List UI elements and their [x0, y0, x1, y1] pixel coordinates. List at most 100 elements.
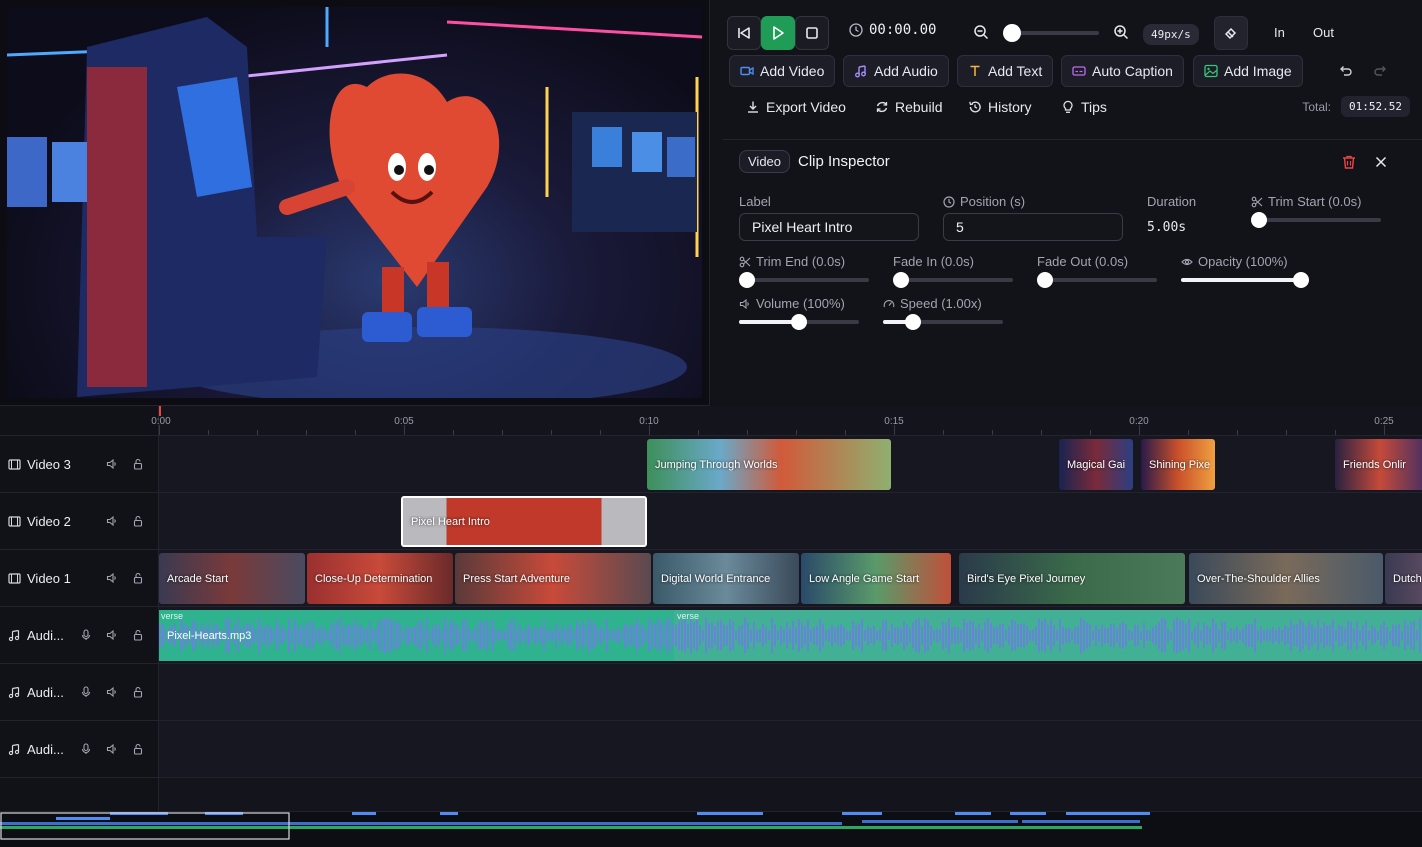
video-clip[interactable]: Arcade Start: [159, 553, 305, 604]
track-header[interactable]: Video 2: [0, 493, 158, 550]
speaker-icon[interactable]: [106, 743, 118, 755]
lane-video-2[interactable]: Pixel Heart Intro: [159, 493, 1422, 550]
waveform-bar: [357, 625, 359, 646]
speed-slider[interactable]: [883, 314, 1003, 330]
audio-clip[interactable]: verse verse Pixel-Hearts.mp3: [159, 610, 1422, 661]
microphone-icon[interactable]: [80, 743, 92, 755]
video-preview[interactable]: [7, 7, 702, 398]
label-input[interactable]: Pixel Heart Intro: [739, 213, 919, 241]
trim-end-slider[interactable]: [739, 272, 869, 288]
waveform-bar: [477, 621, 479, 650]
video-clip[interactable]: Jumping Through Worlds: [647, 439, 891, 490]
speaker-icon[interactable]: [106, 686, 118, 698]
volume-slider[interactable]: [739, 314, 859, 330]
video-clip[interactable]: Digital World Entrance: [653, 553, 799, 604]
add-audio-button[interactable]: Add Audio: [843, 55, 949, 87]
lock-icon[interactable]: [132, 629, 144, 641]
lock-icon[interactable]: [132, 515, 144, 527]
video-clip[interactable]: Bird's Eye Pixel Journey: [959, 553, 1185, 604]
timeline: Video 3 Video 2 Video 1 Audi... Audi... Audi.…: [0, 406, 1422, 847]
speaker-icon[interactable]: [106, 629, 118, 641]
tips-button[interactable]: Tips: [1061, 99, 1107, 115]
ruler-tick: [1335, 430, 1336, 435]
fade-in-slider[interactable]: [893, 272, 1013, 288]
lane-audio-2[interactable]: [159, 664, 1422, 721]
snap-toggle-button[interactable]: [1214, 16, 1248, 50]
waveform-bar: [1173, 619, 1175, 652]
rebuild-button[interactable]: Rebuild: [875, 99, 942, 115]
speaker-icon[interactable]: [106, 458, 118, 470]
history-button[interactable]: History: [968, 99, 1032, 115]
track-header[interactable]: Video 3: [0, 436, 158, 493]
microphone-icon[interactable]: [80, 686, 92, 698]
out-point-button[interactable]: Out: [1313, 25, 1334, 40]
stop-button[interactable]: [795, 16, 829, 50]
speaker-icon[interactable]: [106, 572, 118, 584]
lock-icon[interactable]: [132, 686, 144, 698]
waveform-bar: [972, 621, 974, 650]
add-video-button[interactable]: Add Video: [729, 55, 836, 87]
waveform-bar: [474, 629, 476, 642]
lane-video-3[interactable]: Jumping Through Worlds Magical Gai Shini…: [159, 436, 1422, 493]
video-clip[interactable]: Press Start Adventure: [455, 553, 651, 604]
lane-audio-3[interactable]: [159, 721, 1422, 778]
lane-video-1[interactable]: Arcade Start Close-Up Determination Pres…: [159, 550, 1422, 607]
waveform-bar: [351, 625, 353, 646]
redo-icon[interactable]: [1373, 63, 1389, 79]
waveform-bar: [363, 627, 365, 644]
zoom-out-icon[interactable]: [973, 24, 989, 40]
auto-caption-button[interactable]: Auto Caption: [1061, 55, 1184, 87]
trim-start-slider[interactable]: [1251, 212, 1381, 228]
in-point-button[interactable]: In: [1274, 25, 1285, 40]
timeline-overview[interactable]: [0, 811, 1422, 847]
speaker-icon[interactable]: [106, 515, 118, 527]
play-button[interactable]: [761, 16, 795, 50]
waveform-bar: [1326, 625, 1328, 646]
waveform-bar: [1344, 628, 1346, 643]
zoom-in-icon[interactable]: [1113, 24, 1129, 40]
trash-icon[interactable]: [1341, 154, 1357, 170]
video-clip[interactable]: Magical Gai: [1059, 439, 1133, 490]
video-clip[interactable]: Low Angle Game Start: [801, 553, 951, 604]
waveform-bar: [852, 621, 854, 650]
export-video-button[interactable]: Export Video: [746, 99, 846, 115]
waveform-bar: [642, 625, 644, 646]
track-header[interactable]: Audi...: [0, 721, 158, 778]
video-clip-selected[interactable]: Pixel Heart Intro: [401, 496, 647, 547]
position-input[interactable]: 5: [943, 213, 1123, 241]
video-clip[interactable]: Shining Pixe: [1141, 439, 1215, 490]
waveform-bar: [450, 619, 452, 652]
video-clip[interactable]: Close-Up Determination: [307, 553, 453, 604]
add-image-button[interactable]: Add Image: [1193, 55, 1303, 87]
video-clip[interactable]: Dutch: [1385, 553, 1422, 604]
waveform-bar: [537, 628, 539, 643]
waveform-bar: [1179, 619, 1181, 652]
track-header[interactable]: Audi...: [0, 607, 158, 664]
video-clip[interactable]: Over-The-Shoulder Allies: [1189, 553, 1383, 604]
waveform-bar: [1230, 628, 1232, 643]
lock-icon[interactable]: [132, 458, 144, 470]
track-header[interactable]: Video 1: [0, 550, 158, 607]
add-text-button[interactable]: Add Text: [957, 55, 1054, 87]
zoom-slider-thumb[interactable]: [1003, 24, 1021, 42]
waveform-bar: [1086, 622, 1088, 649]
waveform-bar: [630, 626, 632, 645]
waveform-bar: [276, 620, 278, 651]
lane-audio-1[interactable]: verse verse Pixel-Hearts.mp3: [159, 607, 1422, 664]
waveform-bar: [267, 623, 269, 648]
timeline-ruler[interactable]: 0:00 0:05 0:10 0:15 0:20 0:25: [151, 406, 1422, 436]
fade-out-slider[interactable]: [1037, 272, 1157, 288]
waveform-bar: [825, 630, 827, 641]
microphone-icon[interactable]: [80, 629, 92, 641]
undo-icon[interactable]: [1337, 63, 1353, 79]
close-icon[interactable]: [1373, 154, 1389, 170]
video-clip[interactable]: Friends Onlir: [1335, 439, 1422, 490]
divider: [723, 139, 1422, 140]
skip-to-start-button[interactable]: [727, 16, 761, 50]
lock-icon[interactable]: [132, 572, 144, 584]
track-header[interactable]: Audi...: [0, 664, 158, 721]
duration-field-label: Duration: [1147, 194, 1197, 209]
opacity-slider[interactable]: [1181, 272, 1309, 288]
lock-icon[interactable]: [132, 743, 144, 755]
playhead[interactable]: [159, 406, 161, 416]
